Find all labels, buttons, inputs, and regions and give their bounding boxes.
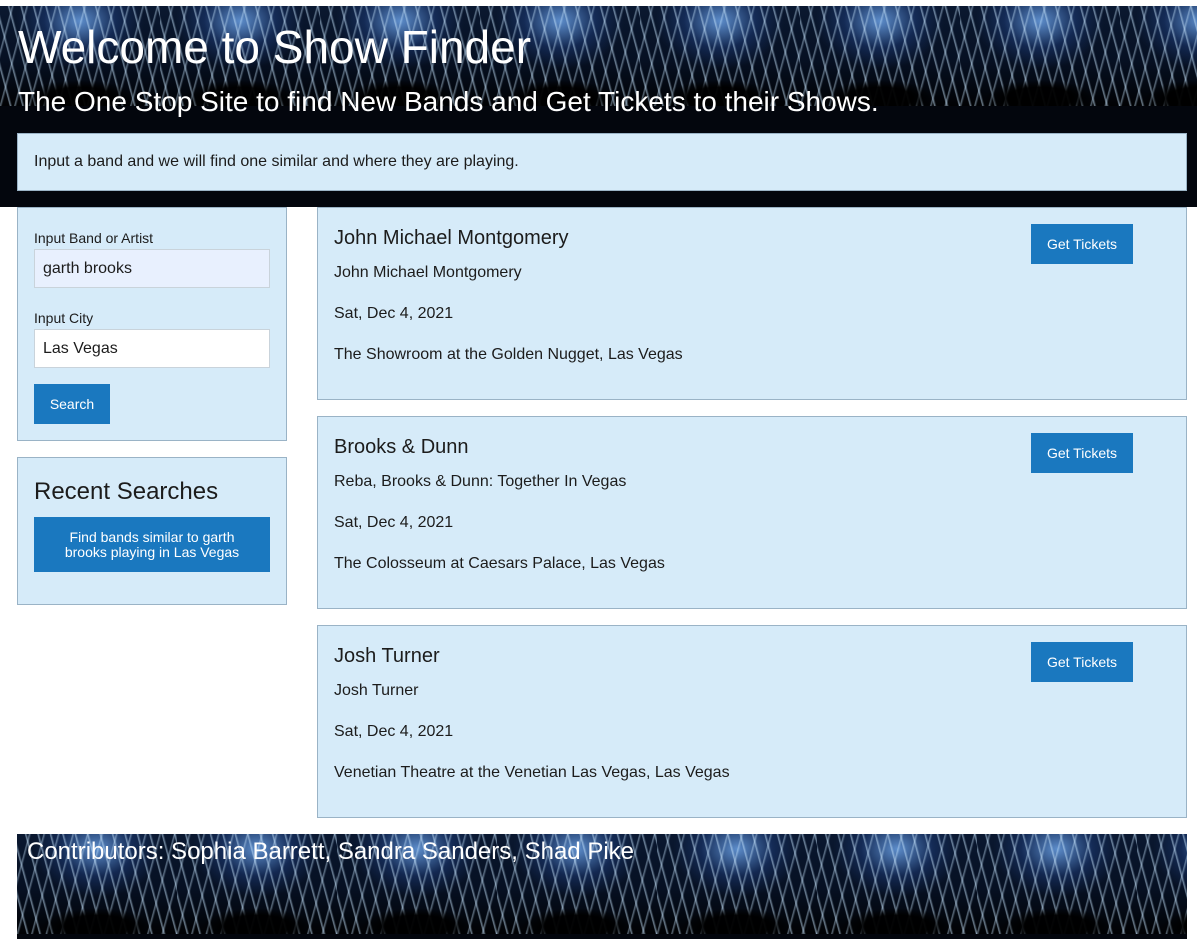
- get-tickets-button[interactable]: Get Tickets: [1031, 433, 1133, 473]
- recent-searches-panel: Recent Searches Find bands similar to ga…: [17, 457, 287, 605]
- get-tickets-button[interactable]: Get Tickets: [1031, 224, 1133, 264]
- result-band-name: Josh Turner: [334, 645, 440, 667]
- page-subtitle: The One Stop Site to find New Bands and …: [18, 86, 879, 117]
- result-venue: The Showroom at the Golden Nugget, Las V…: [334, 346, 683, 363]
- result-band-name: John Michael Montgomery: [334, 227, 569, 249]
- header-banner: Welcome to Show Finder The One Stop Site…: [0, 6, 1197, 207]
- result-card: Josh Turner Josh Turner Sat, Dec 4, 2021…: [317, 625, 1187, 818]
- band-input[interactable]: [34, 249, 270, 288]
- result-event-name: John Michael Montgomery: [334, 264, 522, 281]
- result-date: Sat, Dec 4, 2021: [334, 723, 454, 740]
- result-event-name: Josh Turner: [334, 682, 419, 699]
- result-venue: The Colosseum at Caesars Palace, Las Veg…: [334, 555, 665, 572]
- contributors-text: Contributors: Sophia Barrett, Sandra San…: [27, 838, 635, 865]
- recent-search-button[interactable]: Find bands similar to garth brooks playi…: [34, 517, 270, 572]
- result-card: Brooks & Dunn Reba, Brooks & Dunn: Toget…: [317, 416, 1187, 609]
- result-event-name: Reba, Brooks & Dunn: Together In Vegas: [334, 473, 627, 490]
- band-input-label: Input Band or Artist: [34, 230, 154, 246]
- result-date: Sat, Dec 4, 2021: [334, 514, 454, 531]
- city-input[interactable]: [34, 329, 270, 368]
- search-panel: Input Band or Artist Input City Search: [17, 207, 287, 441]
- footer-banner: Contributors: Sophia Barrett, Sandra San…: [17, 834, 1187, 939]
- intro-text: Input a band and we will find one simila…: [17, 133, 1187, 191]
- result-venue: Venetian Theatre at the Venetian Las Veg…: [334, 764, 730, 781]
- city-input-label: Input City: [34, 310, 94, 326]
- result-date: Sat, Dec 4, 2021: [334, 305, 454, 322]
- recent-searches-title: Recent Searches: [34, 478, 219, 505]
- get-tickets-button[interactable]: Get Tickets: [1031, 642, 1133, 682]
- page-title: Welcome to Show Finder: [18, 21, 532, 73]
- search-button[interactable]: Search: [34, 384, 110, 424]
- result-band-name: Brooks & Dunn: [334, 436, 469, 458]
- result-card: John Michael Montgomery John Michael Mon…: [317, 207, 1187, 400]
